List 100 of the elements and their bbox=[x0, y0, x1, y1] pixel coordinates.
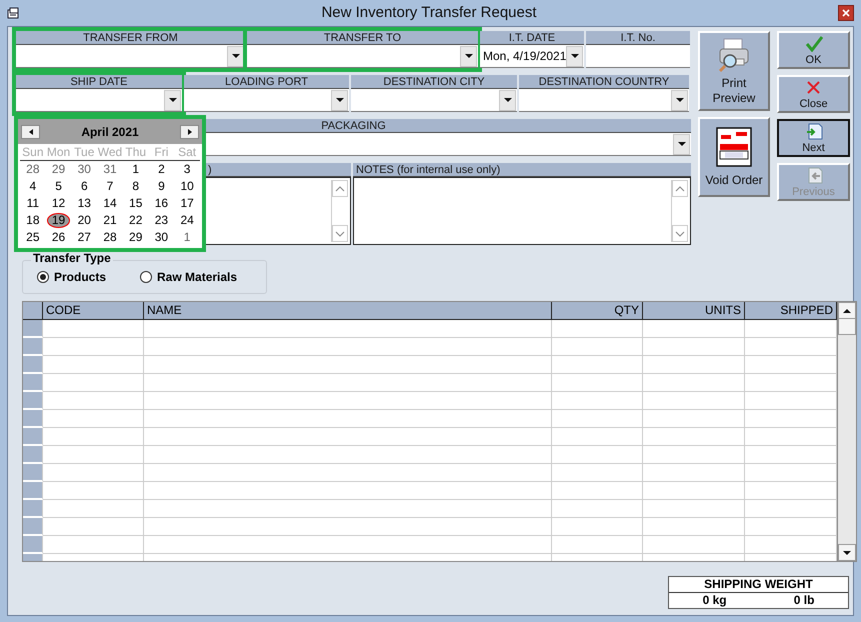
table-cell[interactable] bbox=[43, 356, 144, 374]
table-cell[interactable] bbox=[43, 500, 144, 518]
table-cell[interactable] bbox=[552, 500, 643, 518]
row-selector[interactable] bbox=[23, 500, 43, 518]
table-cell[interactable] bbox=[43, 536, 144, 554]
calendar-day[interactable]: 2 bbox=[158, 162, 165, 176]
table-cell[interactable] bbox=[43, 410, 144, 428]
calendar-day[interactable]: 8 bbox=[132, 179, 140, 193]
calendar-day[interactable]: 10 bbox=[180, 179, 194, 193]
table-cell[interactable] bbox=[144, 374, 552, 392]
row-selector[interactable] bbox=[23, 392, 43, 410]
table-cell[interactable] bbox=[43, 464, 144, 482]
column-header[interactable]: SHIPPED bbox=[745, 302, 837, 320]
toolbar-button[interactable]: Next bbox=[777, 119, 850, 157]
table-cell[interactable] bbox=[144, 518, 552, 536]
combo-field[interactable] bbox=[16, 89, 182, 112]
table-cell[interactable] bbox=[144, 428, 552, 446]
calendar-day[interactable]: 5 bbox=[55, 179, 62, 193]
calendar-day[interactable]: 12 bbox=[52, 196, 66, 210]
calendar-day[interactable]: 28 bbox=[103, 230, 117, 244]
calendar-day[interactable]: 1 bbox=[184, 230, 190, 244]
table-cell[interactable] bbox=[43, 374, 144, 392]
scroll-up-button[interactable] bbox=[332, 180, 348, 197]
dropdown-button[interactable] bbox=[227, 46, 244, 66]
table-cell[interactable] bbox=[43, 428, 144, 446]
table-cell[interactable] bbox=[144, 410, 552, 428]
row-selector[interactable] bbox=[23, 482, 43, 500]
calendar-day[interactable]: 25 bbox=[26, 230, 40, 244]
calendar-day[interactable]: 17 bbox=[180, 196, 194, 210]
table-cell[interactable] bbox=[144, 356, 552, 374]
table-cell[interactable] bbox=[43, 518, 144, 536]
calendar-day[interactable]: 1 bbox=[132, 162, 140, 176]
table-cell[interactable] bbox=[643, 446, 745, 464]
calendar-day[interactable]: 7 bbox=[106, 179, 114, 193]
table-cell[interactable] bbox=[643, 482, 745, 500]
calendar-day[interactable]: 31 bbox=[103, 162, 117, 176]
radio-button[interactable]: Products bbox=[37, 268, 106, 286]
previous-month-button[interactable] bbox=[21, 124, 40, 138]
combo-field[interactable] bbox=[519, 89, 689, 112]
table-cell[interactable] bbox=[144, 500, 552, 518]
calendar-day[interactable]: 11 bbox=[26, 196, 40, 210]
calendar-day[interactable]: 30 bbox=[154, 230, 168, 244]
calendar-day[interactable]: 9 bbox=[158, 179, 165, 193]
close-button[interactable] bbox=[838, 5, 854, 21]
column-header[interactable]: NAME bbox=[144, 302, 552, 320]
toolbar-button[interactable]: OK bbox=[777, 31, 850, 69]
toolbar-button[interactable]: Print Preview bbox=[698, 31, 770, 111]
calendar-day[interactable]: 16 bbox=[154, 196, 168, 210]
table-cell[interactable] bbox=[552, 446, 643, 464]
calendar-day[interactable]: 23 bbox=[154, 213, 168, 227]
dropdown-button[interactable] bbox=[673, 134, 690, 154]
table-cell[interactable] bbox=[643, 428, 745, 446]
table-cell[interactable] bbox=[552, 410, 643, 428]
table-cell[interactable] bbox=[643, 374, 745, 392]
dropdown-button[interactable] bbox=[566, 46, 583, 66]
table-cell[interactable] bbox=[144, 536, 552, 554]
table-cell[interactable] bbox=[43, 482, 144, 500]
row-selector[interactable] bbox=[23, 428, 43, 446]
calendar-day[interactable]: 24 bbox=[180, 213, 194, 227]
calendar-day[interactable]: 29 bbox=[52, 162, 66, 176]
combo-field[interactable] bbox=[16, 45, 245, 68]
table-cell[interactable] bbox=[144, 392, 552, 410]
table-cell[interactable] bbox=[43, 446, 144, 464]
table-cell[interactable] bbox=[552, 392, 643, 410]
toolbar-button[interactable]: Void Order bbox=[698, 117, 770, 197]
calendar-day[interactable]: 30 bbox=[78, 162, 91, 176]
combo-field[interactable] bbox=[184, 89, 349, 112]
combo-field[interactable] bbox=[351, 89, 517, 112]
table-cell[interactable] bbox=[552, 536, 643, 554]
calendar-day[interactable]: 22 bbox=[129, 213, 142, 227]
dropdown-button[interactable] bbox=[499, 90, 516, 110]
calendar-day[interactable]: 4 bbox=[30, 179, 36, 193]
calendar-day[interactable]: 3 bbox=[184, 162, 190, 176]
table-cell[interactable] bbox=[643, 392, 745, 410]
table-cell[interactable] bbox=[144, 446, 552, 464]
table-cell[interactable] bbox=[643, 410, 745, 428]
table-cell[interactable] bbox=[43, 320, 144, 338]
calendar-day[interactable]: 15 bbox=[129, 196, 142, 210]
row-selector[interactable] bbox=[23, 356, 43, 374]
table-cell[interactable] bbox=[643, 464, 745, 482]
combo-field[interactable]: Mon, 4/19/2021 bbox=[480, 45, 584, 68]
toolbar-button[interactable]: Close bbox=[777, 75, 850, 113]
table-cell[interactable] bbox=[643, 320, 745, 338]
radio-button[interactable]: Raw Materials bbox=[140, 268, 238, 286]
dropdown-button[interactable] bbox=[164, 90, 181, 110]
row-selector[interactable] bbox=[23, 446, 43, 464]
table-cell[interactable] bbox=[643, 500, 745, 518]
scroll-up-button[interactable] bbox=[672, 180, 688, 197]
table-cell[interactable] bbox=[552, 320, 643, 338]
table-cell[interactable] bbox=[552, 374, 643, 392]
table-cell[interactable] bbox=[552, 482, 643, 500]
table-cell[interactable] bbox=[643, 338, 745, 356]
table-cell[interactable] bbox=[552, 356, 643, 374]
calendar-day[interactable]: 29 bbox=[129, 230, 142, 244]
dropdown-button[interactable] bbox=[460, 46, 477, 66]
calendar-day[interactable]: 18 bbox=[26, 213, 40, 227]
table-cell[interactable] bbox=[552, 338, 643, 356]
calendar-day[interactable]: 21 bbox=[103, 213, 117, 227]
row-selector[interactable] bbox=[23, 536, 43, 554]
table-cell[interactable] bbox=[552, 428, 643, 446]
